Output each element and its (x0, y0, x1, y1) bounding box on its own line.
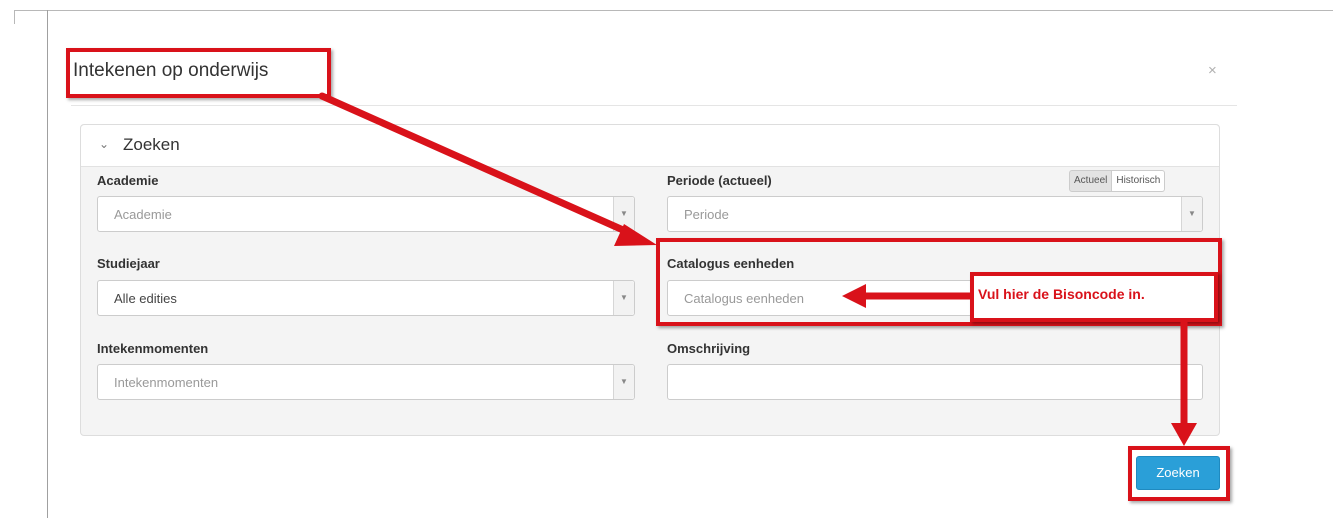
caret-icon: ▼ (613, 365, 634, 399)
annotation-box-search-button (1128, 446, 1230, 501)
academie-placeholder: Academie (114, 207, 172, 222)
chevron-down-icon: ⌄ (99, 137, 110, 151)
page-frame-left (47, 10, 48, 518)
toggle-historisch[interactable]: Historisch (1112, 170, 1166, 192)
intekenmomenten-placeholder: Intekenmomenten (114, 375, 219, 390)
omschrijving-input[interactable] (667, 364, 1203, 400)
search-panel-title: Zoeken (123, 135, 180, 154)
periode-label: Periode (actueel) (667, 173, 772, 188)
studiejaar-value: Alle edities (114, 291, 177, 306)
caret-icon: ▼ (1181, 197, 1202, 231)
academie-select[interactable]: Academie ▼ (97, 196, 635, 232)
omschrijving-label: Omschrijving (667, 341, 751, 356)
periode-select[interactable]: Periode ▼ (667, 196, 1203, 232)
close-icon[interactable]: × (1208, 62, 1217, 79)
studiejaar-label: Studiejaar (97, 256, 160, 271)
intekenmomenten-select[interactable]: Intekenmomenten ▼ (97, 364, 635, 400)
periode-placeholder: Periode (684, 207, 729, 222)
page-frame-top (14, 10, 1333, 11)
caret-icon: ▼ (613, 281, 634, 315)
academie-label: Academie (97, 173, 159, 188)
intekenmomenten-label: Intekenmomenten (97, 341, 209, 356)
page-frame-corner (14, 10, 15, 24)
studiejaar-select[interactable]: Alle edities ▼ (97, 280, 635, 316)
search-panel-header[interactable]: ⌄ Zoeken (81, 125, 1219, 167)
periode-toggle: Actueel Historisch (1069, 170, 1166, 192)
caret-icon: ▼ (613, 197, 634, 231)
annotation-callout-text: Vul hier de Bisoncode in. (978, 286, 1145, 302)
toggle-actueel[interactable]: Actueel (1069, 170, 1113, 192)
annotation-box-title (66, 48, 331, 98)
header-divider (71, 105, 1237, 106)
